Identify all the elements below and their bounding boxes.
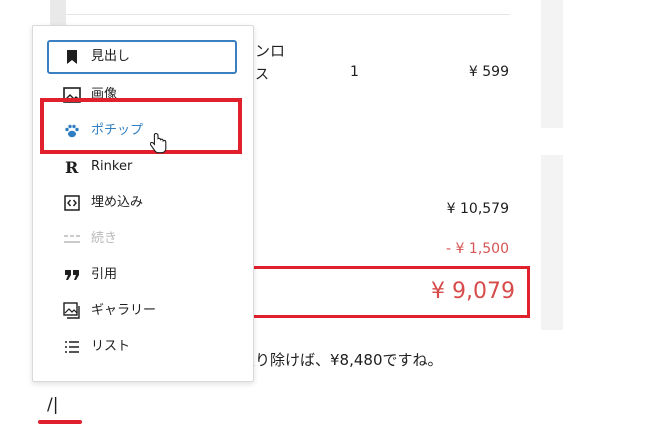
svg-text:R: R — [65, 158, 79, 176]
discount-value: - ¥ 1,500 — [446, 241, 509, 257]
block-inserter-menu: 見出し 画像 ポチップ R Rinker 埋め込み 続き 引用 ギャラリー リス… — [32, 25, 254, 382]
menu-item-gallery[interactable]: ギャラリー — [47, 294, 237, 328]
product-price: ¥ 599 — [468, 64, 509, 80]
menu-item-label: Rinker — [91, 159, 133, 174]
menu-item-label: 見出し — [91, 49, 131, 64]
annotation-highlight-box — [40, 98, 242, 154]
menu-item-heading[interactable]: 見出し — [47, 40, 237, 74]
subtotal-value: ¥ 10,579 — [446, 201, 509, 217]
input-underline-marker — [38, 420, 82, 424]
list-icon — [63, 338, 81, 356]
embed-icon — [63, 194, 81, 212]
product-sub: ス — [255, 67, 269, 83]
menu-item-list[interactable]: リスト — [47, 330, 237, 364]
hand-cursor-icon — [149, 132, 168, 158]
menu-item-label: 続き — [91, 231, 118, 246]
block-input[interactable]: /| — [47, 395, 58, 415]
divider — [66, 14, 510, 15]
bookmark-icon — [63, 48, 81, 66]
menu-item-label: 引用 — [91, 267, 118, 282]
menu-item-quote[interactable]: 引用 — [47, 258, 237, 292]
total-highlight-box: ¥ 9,079 — [240, 266, 530, 318]
menu-item-more[interactable]: 続き — [47, 222, 237, 256]
side-panel — [541, 0, 563, 128]
menu-item-label: ギャラリー — [91, 303, 157, 318]
side-panel — [541, 155, 563, 330]
gallery-icon — [63, 302, 81, 320]
menu-item-label: 埋め込み — [91, 195, 144, 210]
product-quantity: 1 — [350, 64, 359, 80]
menu-item-label: リスト — [91, 339, 131, 354]
quote-icon — [63, 266, 81, 284]
rinker-icon: R — [63, 158, 81, 176]
more-icon — [63, 230, 81, 248]
menu-item-embed[interactable]: 埋め込み — [47, 186, 237, 220]
total-value: ¥ 9,079 — [431, 279, 515, 304]
paragraph-text: 取り除けば、¥8,480ですね。 — [240, 351, 443, 369]
product-name: ンロ — [255, 42, 286, 60]
menu-item-rinker[interactable]: R Rinker — [47, 150, 237, 184]
